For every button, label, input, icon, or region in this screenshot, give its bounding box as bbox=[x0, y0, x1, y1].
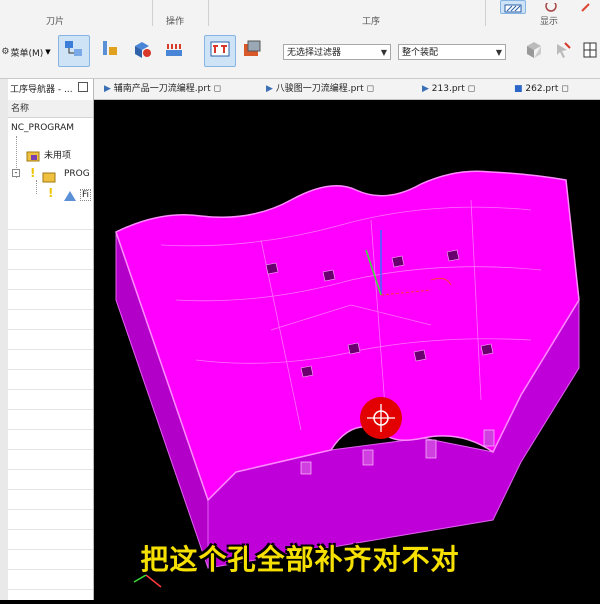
tab-label: 八骏图一刀流编程.prt bbox=[275, 84, 364, 94]
close-icon[interactable]: ◻ bbox=[213, 84, 220, 94]
name-column-label: 名称 bbox=[11, 104, 30, 114]
tree-item-nc-program[interactable]: NC_PROGRAM bbox=[8, 120, 93, 136]
group-label-tool: 刀片 bbox=[46, 17, 65, 27]
resource-bar bbox=[0, 79, 8, 600]
assembly-scope-select[interactable]: 整个装配 ▼ bbox=[398, 44, 506, 60]
program-icon bbox=[209, 38, 231, 64]
grid-icon bbox=[581, 40, 599, 64]
video-subtitle: 把这个孔全部补齐对不对 bbox=[140, 543, 460, 576]
create-operation-icon bbox=[163, 38, 185, 64]
assembly-scope-value: 整个装配 bbox=[402, 48, 439, 58]
machine-tool-view-button[interactable] bbox=[94, 35, 126, 67]
chevron-down-icon: ▼ bbox=[45, 48, 51, 56]
warning-icon: ! bbox=[30, 166, 36, 180]
group-label-process: 工序 bbox=[362, 17, 381, 27]
shaded-icon bbox=[504, 0, 522, 17]
selection-filter-value: 无选择过滤器 bbox=[287, 48, 342, 58]
cursor-crosshair bbox=[360, 397, 402, 439]
tree-item-label: NC_PROGRAM bbox=[11, 123, 75, 133]
method-icon bbox=[131, 38, 153, 64]
group-label-operation: 操作 bbox=[166, 17, 185, 27]
menu-button[interactable]: ⚙ 菜单(M) ▼ bbox=[0, 43, 52, 61]
tab-file-4[interactable]: ■ 262.prt ◻ bbox=[514, 79, 569, 99]
graphics-viewport[interactable] bbox=[101, 100, 600, 600]
navigator-pin-icon[interactable] bbox=[78, 82, 88, 92]
navigator-column-header[interactable]: 名称 bbox=[8, 100, 93, 118]
collapse-icon[interactable]: - bbox=[12, 169, 20, 177]
tree-item-program[interactable]: - ! PROG bbox=[8, 166, 93, 183]
tab-file-1[interactable]: ▶ 辅南产品一刀流编程.prt ◻ bbox=[104, 79, 221, 99]
folder-icon bbox=[42, 168, 56, 187]
tool-icon bbox=[63, 38, 85, 64]
part-icon: ▶ bbox=[422, 84, 429, 94]
tree-connector bbox=[36, 180, 38, 194]
display-button[interactable] bbox=[540, 0, 562, 14]
display-icon bbox=[544, 0, 558, 17]
part-icon: ▶ bbox=[104, 84, 111, 94]
file-tab-bar: ▶ 辅南产品一刀流编程.prt ◻ ▶ 八骏图一刀流编程.prt ◻ ▶ 213… bbox=[94, 79, 600, 100]
verify-toolpath-button[interactable] bbox=[236, 35, 268, 67]
divider bbox=[152, 0, 153, 26]
ribbon-toolbar: 刀片 操作 工序 显示 ⚙ 菜单(M) ▼ 无选择过滤器 ▼ 整个装配 ▼ bbox=[0, 0, 600, 79]
select-mode-button[interactable] bbox=[550, 38, 576, 66]
close-icon[interactable]: ◻ bbox=[468, 84, 475, 94]
tab-label: 辅南产品一刀流编程.prt bbox=[113, 84, 211, 94]
quick-pick-button[interactable] bbox=[578, 38, 600, 66]
selection-filter-select[interactable]: 无选择过滤器 ▼ bbox=[283, 44, 391, 60]
mold-model[interactable] bbox=[101, 100, 600, 600]
close-view-button[interactable] bbox=[576, 0, 596, 14]
assembly-icon: ■ bbox=[514, 84, 523, 94]
operation-icon bbox=[62, 188, 78, 207]
chevron-down-icon: ▼ bbox=[495, 48, 502, 57]
generate-toolpath-button[interactable] bbox=[204, 35, 236, 67]
geometry-view-button[interactable] bbox=[126, 35, 158, 67]
geometry-icon bbox=[99, 38, 121, 64]
divider bbox=[208, 0, 209, 26]
tree-item-label: Fi bbox=[80, 189, 92, 201]
part-icon: ▶ bbox=[266, 84, 273, 94]
tab-label: 213.prt bbox=[431, 84, 465, 94]
close-icon bbox=[580, 0, 592, 17]
tree-item-label: PROG bbox=[64, 169, 90, 179]
tree-item-unused[interactable]: 未用项 bbox=[26, 146, 93, 162]
tree-item-label: 未用项 bbox=[44, 151, 72, 161]
close-icon[interactable]: ◻ bbox=[561, 84, 568, 94]
menu-label: 菜单(M) bbox=[10, 48, 44, 59]
chevron-down-icon: ▼ bbox=[380, 48, 387, 57]
folder-icon bbox=[26, 147, 40, 166]
select-icon bbox=[553, 40, 573, 64]
program-order-view-button[interactable] bbox=[58, 35, 90, 67]
tree-item-operation[interactable]: ! Fi bbox=[40, 186, 93, 204]
close-icon[interactable]: ◻ bbox=[366, 84, 373, 94]
verify-icon bbox=[241, 38, 263, 64]
tab-file-2[interactable]: ▶ 八骏图一刀流编程.prt ◻ bbox=[266, 79, 374, 99]
warning-icon: ! bbox=[48, 186, 54, 200]
filter-button[interactable] bbox=[520, 38, 548, 66]
filter-icon bbox=[524, 40, 544, 64]
divider bbox=[485, 0, 486, 26]
shaded-display-button[interactable] bbox=[500, 0, 526, 14]
tab-label: 262.prt bbox=[525, 84, 559, 94]
navigator-title: 工序导航器 - ... bbox=[10, 85, 73, 95]
menu-icon: ⚙ bbox=[1, 47, 10, 57]
tab-file-3[interactable]: ▶ 213.prt ◻ bbox=[422, 79, 475, 99]
method-view-button[interactable] bbox=[158, 35, 190, 67]
